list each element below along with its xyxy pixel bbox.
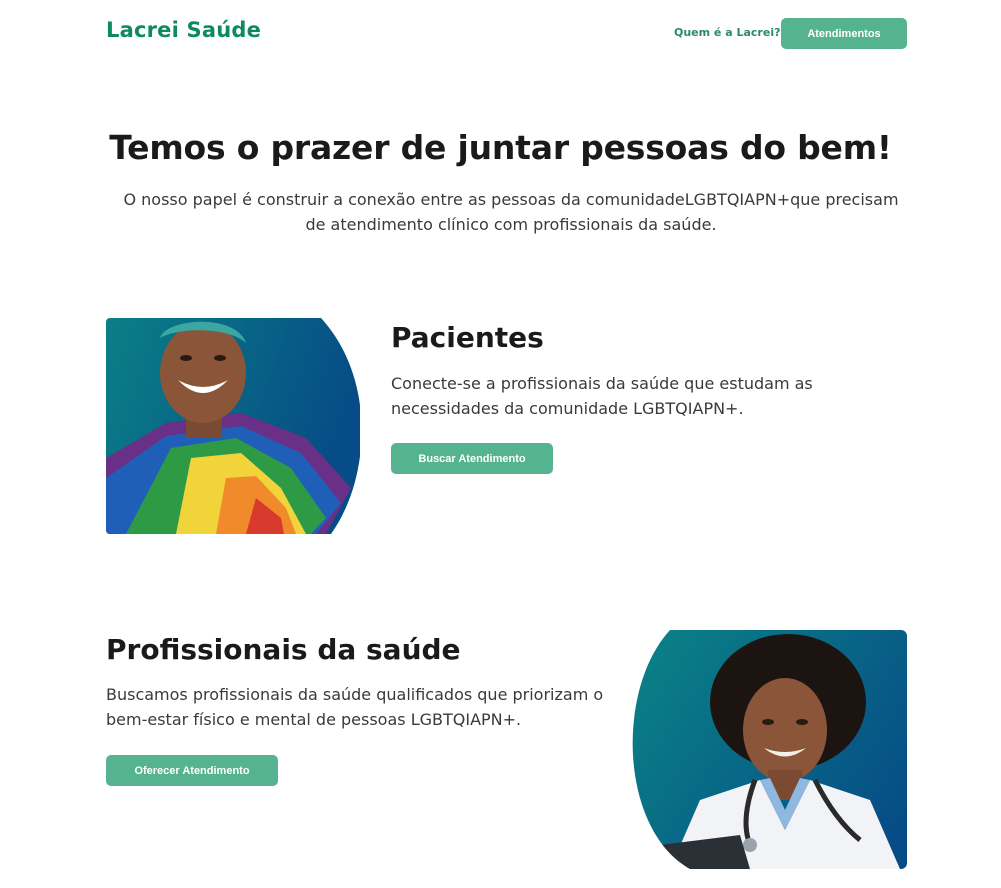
- site-header: Lacrei Saúde Quem é a Lacrei? Atendiment…: [0, 0, 1001, 66]
- professionals-description: Buscamos profissionais da saúde qualific…: [106, 685, 604, 729]
- nav-link-about[interactable]: Quem é a Lacrei?: [674, 26, 780, 39]
- patients-description: Conecte-se a profissionais da saúde que …: [391, 374, 813, 418]
- hero-subtitle: O nosso papel é construir a conexão entr…: [123, 190, 899, 234]
- buscar-atendimento-button[interactable]: Buscar Atendimento: [391, 443, 553, 474]
- atendimentos-button[interactable]: Atendimentos: [781, 18, 907, 49]
- patients-title: Pacientes: [391, 321, 544, 354]
- patient-photo: [106, 318, 360, 534]
- doctor-photo: [630, 630, 907, 869]
- hero-title: Temos o prazer de juntar pessoas do bem!: [109, 128, 892, 167]
- oferecer-atendimento-button[interactable]: Oferecer Atendimento: [106, 755, 278, 786]
- professionals-title: Profissionais da saúde: [106, 633, 461, 666]
- lacrei-logo[interactable]: Lacrei Saúde: [106, 18, 261, 42]
